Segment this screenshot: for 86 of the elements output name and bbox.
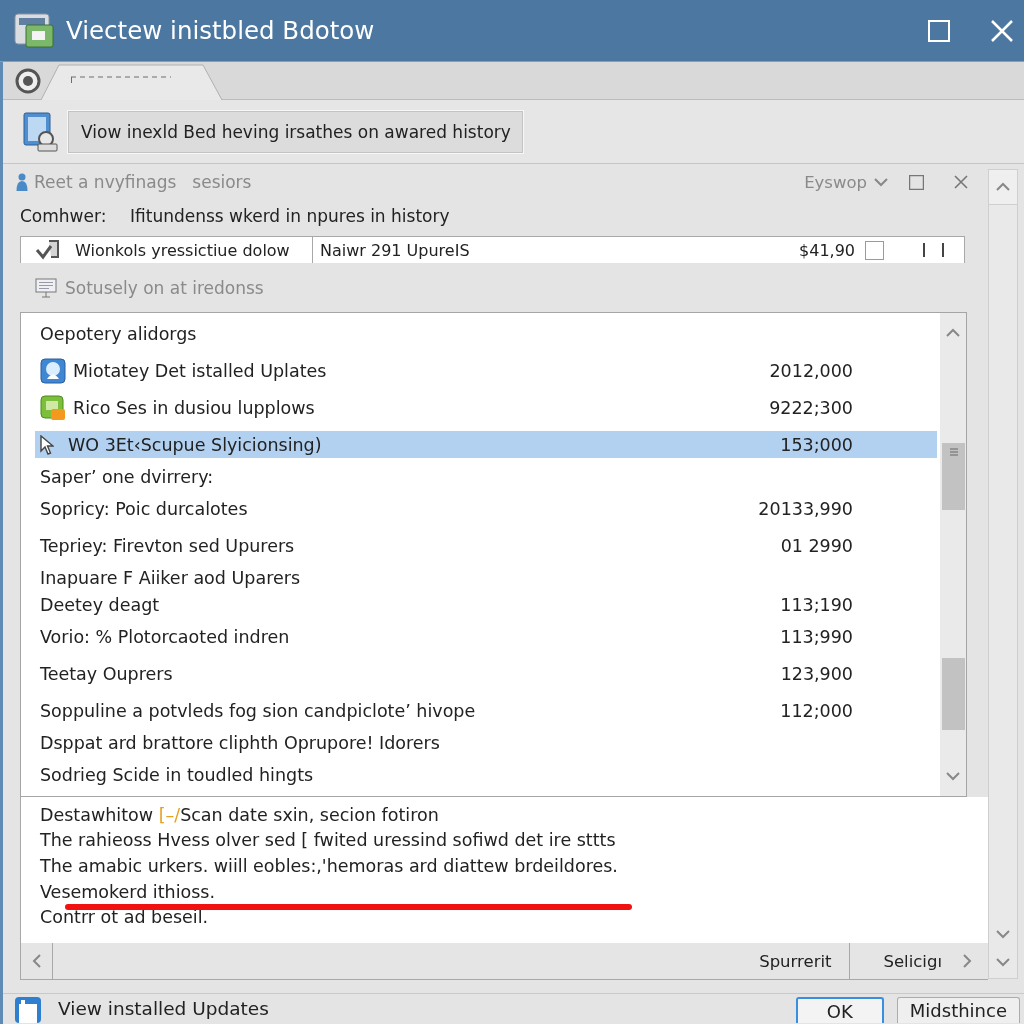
person-icon (16, 173, 28, 191)
close-icon[interactable] (954, 175, 968, 189)
tiles-icon (40, 394, 66, 421)
item-size: 153;000 (780, 434, 853, 455)
field-value: Ifitundenss wkerd in npures in history (130, 206, 450, 226)
window-icon (14, 996, 42, 1023)
app-window-icon (14, 11, 54, 50)
description-line: Vesemokerd ithioss. (40, 881, 216, 903)
chevron-up-icon (995, 182, 1011, 192)
item-name: Tepriey: Firevton sed Upurers (40, 535, 296, 556)
maximize-icon[interactable] (909, 174, 924, 190)
chevron-left-icon (31, 953, 42, 969)
list-item[interactable]: Rico Ses in dusiou lupplows 9222;300 (35, 394, 937, 421)
document-icon (22, 111, 58, 152)
item-name: Sodrieg Scide in toudled hingts (40, 764, 315, 785)
status-title: View installed Updates (58, 997, 269, 1021)
item-name: Vorio: % Plotorcaoted indren (40, 626, 291, 647)
item-name: Dsppat ard brattore cliphth Oprupore! Idorers (40, 732, 441, 753)
chevron-down-icon (873, 177, 889, 187)
field-label: Comhwer: (20, 206, 108, 226)
tab[interactable] (41, 64, 223, 100)
chevron-right-icon[interactable] (962, 953, 972, 969)
list-item[interactable]: Deetey deagt 113;190 (35, 591, 937, 618)
double-bar-icon (922, 242, 945, 258)
list-item[interactable]: Teetay Ouprers 123,900 (35, 660, 937, 687)
list-item[interactable]: Dsppat ard brattore cliphth Oprupore! Idorers (35, 729, 937, 756)
item-size: 123,900 (780, 663, 853, 684)
list-item[interactable]: Vorio: % Plotorcaoted indren 113;990 (35, 623, 937, 650)
dialog-button[interactable]: Midsthince (896, 997, 1020, 1023)
list-item[interactable]: Sopricy: Poic durcalotes 20133,990 (35, 495, 937, 522)
checkbox[interactable] (865, 240, 884, 260)
list-item[interactable]: Soppuline a potvleds fog sion candpiclote’ hivope 112;000 (35, 697, 937, 724)
item-name: Sopricy: Poic durcalotes (40, 498, 249, 519)
item-size: 20133,990 (758, 498, 853, 519)
list-item[interactable]: Oepotery alidorgs (35, 320, 937, 347)
scroll-thumb[interactable] (942, 443, 965, 510)
item-size: 01 2990 (780, 535, 853, 556)
description-line: The rahieoss Hvess olver sed [ fwited uressind sofiwd det ire sttts (40, 830, 616, 852)
item-name: Teetay Ouprers (40, 663, 174, 684)
grip-icon (949, 447, 959, 457)
item-name: Inapuare F Aiiker aod Uparers (40, 567, 302, 588)
list-item[interactable]: Saper’ one dvirrery: (35, 463, 937, 490)
radio-icon (15, 67, 41, 94)
item-name: Oepotery alidorgs (40, 323, 198, 344)
description-line: Destawhitow [–/Scan date sxin, secion fotiron (40, 804, 439, 826)
item-name: Saper’ one dvirrery: (40, 466, 215, 487)
footer-button[interactable]: Spurrerit (739, 943, 851, 979)
list-item[interactable]: Inapuare F Aiiker aod Uparers (35, 564, 937, 591)
item-name: WO 3Et‹Scupue Slyicionsing) (68, 434, 323, 455)
item-size: 113;990 (780, 626, 853, 647)
item-size: 113;190 (780, 594, 853, 615)
dialog-button[interactable]: OK (795, 997, 884, 1023)
scrollbar[interactable] (940, 313, 966, 796)
window-title: Viectew inistbled Bdotow (66, 16, 375, 45)
item-name: Deetey deagt (40, 594, 161, 615)
monitor-icon (35, 277, 57, 298)
item-size: 112;000 (780, 700, 853, 721)
list-item[interactable]: Sodrieg Scide in toudled hingts (35, 761, 937, 788)
chevron-down-icon[interactable] (945, 771, 961, 781)
list-item[interactable]: Tepriey: Firevton sed Upurers 01 2990 (35, 532, 937, 559)
item-size: 2012,000 (769, 360, 853, 381)
list-item[interactable]: Miotatey Det istalled Uplates 2012,000 (35, 357, 937, 384)
row-detail: Naiwr 291 UpureIS (320, 240, 470, 260)
cursor-icon (40, 434, 54, 455)
list-item[interactable]: WO 3Et‹Scupue Slyicionsing) 153;000 (35, 431, 937, 458)
panel-subtitle: sesiors (192, 172, 252, 192)
scroll-up-button[interactable] (989, 170, 1017, 205)
scroll-thumb[interactable] (942, 658, 965, 730)
checkmark-icon (35, 239, 61, 261)
item-name: Rico Ses in dusiou lupplows (73, 397, 316, 418)
row-name: Wionkols yressictiue dolow (75, 240, 290, 260)
header-banner: Viow inexld Bed heving irsathes on awared history (68, 110, 523, 153)
item-size: 9222;300 (769, 397, 853, 418)
chevron-down-icon[interactable] (995, 957, 1011, 967)
chevron-up-icon[interactable] (945, 328, 961, 338)
item-name: Miotatey Det istalled Uplates (73, 360, 328, 381)
footer-button[interactable]: Selicigı (850, 943, 962, 979)
scrollbar[interactable] (988, 169, 1018, 979)
description-line: Contrr ot ad beseil. (40, 907, 209, 929)
user-icon (40, 357, 66, 384)
item-name: Soppuline a potvleds fog sion candpiclote’ hivope (40, 700, 477, 721)
row-amount: $41,90 (799, 240, 855, 260)
chevron-down-icon[interactable] (995, 929, 1011, 939)
description-line: The amabic urkers. wiill eobles:,'hemoras ard diattew brdeildores. (40, 855, 618, 877)
panel-title: Reet a nvyfinags (34, 172, 177, 192)
status-text: Sotusely on at iredonss (65, 277, 264, 298)
